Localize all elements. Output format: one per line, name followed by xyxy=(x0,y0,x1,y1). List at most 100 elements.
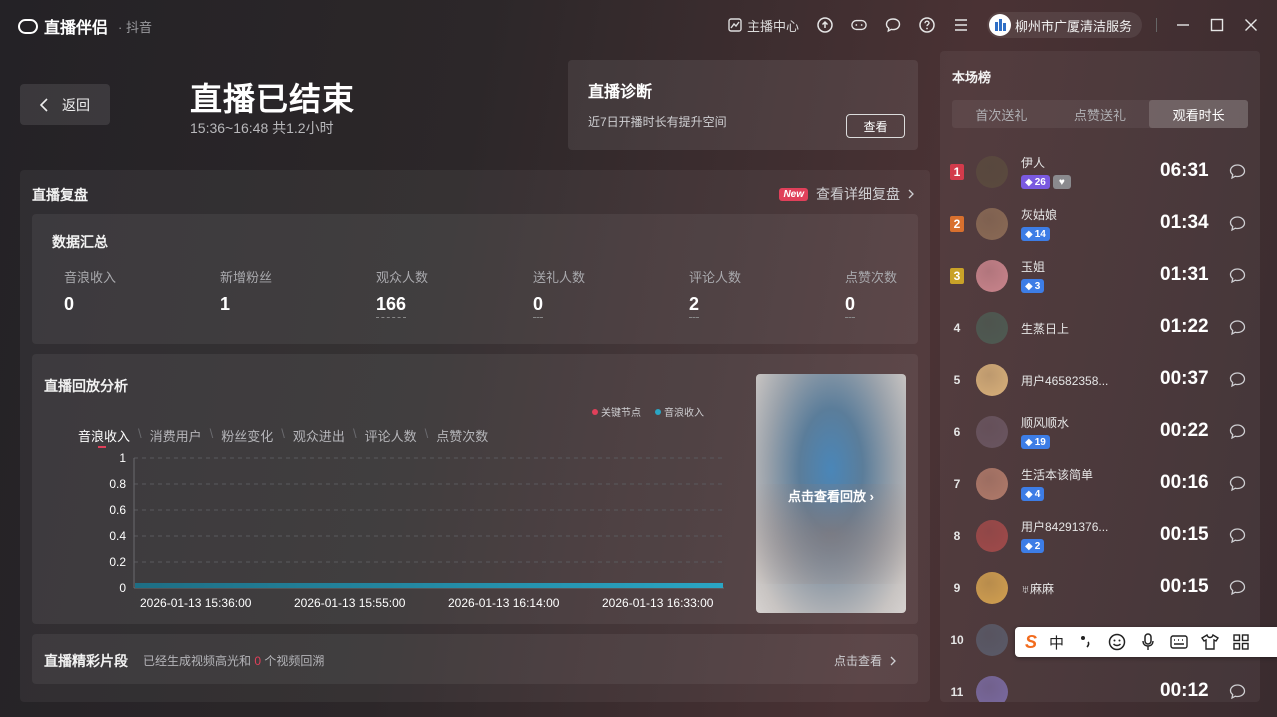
user-avatar[interactable] xyxy=(976,572,1008,604)
watch-time: 00:22 xyxy=(1160,420,1209,441)
user-avatar[interactable] xyxy=(976,364,1008,396)
user-avatar[interactable] xyxy=(976,416,1008,448)
gamepad-icon[interactable] xyxy=(851,17,867,33)
ranking-row[interactable]: 7 生活本该简单 ◆ 4 00:16 xyxy=(940,458,1260,510)
ranking-row[interactable]: 8 用户84291376... ◆ 2 00:15 xyxy=(940,510,1260,562)
tab-commenters[interactable]: 评论人数 xyxy=(365,426,417,445)
chat-bubble-icon[interactable] xyxy=(885,17,901,33)
emoji-icon[interactable] xyxy=(1107,633,1126,652)
tab-likes[interactable]: 点赞次数 xyxy=(436,426,488,445)
user-avatar[interactable] xyxy=(976,624,1008,656)
y-tick-label: 0.2 xyxy=(109,555,126,569)
stat-gifters[interactable]: 送礼人数 0 xyxy=(533,267,585,318)
ranking-row[interactable]: 11 00:12 xyxy=(940,666,1260,702)
replay-thumbnail[interactable]: 点击查看回放 › xyxy=(756,374,906,613)
ranking-row[interactable]: 3 玉姐 ◆ 3 01:31 xyxy=(940,250,1260,302)
message-icon[interactable] xyxy=(1229,528,1246,543)
tab-first-gift[interactable]: 首次送礼 xyxy=(952,100,1051,128)
tab-separator: \ xyxy=(209,426,214,441)
keyboard-icon[interactable] xyxy=(1169,633,1188,652)
stat-label: 观众人数 xyxy=(376,270,429,285)
rank-number: 5 xyxy=(953,373,961,387)
tab-like-gift[interactable]: 点赞送礼 xyxy=(1051,100,1150,128)
app-subtitle: · 抖音 xyxy=(118,19,152,35)
tab-paying-users[interactable]: 消费用户 xyxy=(150,426,202,445)
user-avatar[interactable] xyxy=(976,260,1008,292)
stat-viewers[interactable]: 观众人数 166 xyxy=(376,267,428,318)
tab-viewer-flow[interactable]: 观众进出 xyxy=(293,426,345,445)
maximize-button[interactable] xyxy=(1209,17,1225,33)
heart-badge-icon: ♥ xyxy=(1052,175,1071,189)
diagnosis-desc: 近7日开播时长有提升空间 xyxy=(588,115,727,129)
stat-value: 0 xyxy=(533,294,544,318)
sogou-logo-icon[interactable]: S xyxy=(1025,632,1037,653)
message-icon[interactable] xyxy=(1229,476,1246,491)
tab-watch-time[interactable]: 观看时长 xyxy=(1149,100,1249,128)
user-name: 用户84291376... xyxy=(1021,520,1109,534)
close-button[interactable] xyxy=(1243,17,1259,33)
help-icon[interactable] xyxy=(919,17,935,33)
ime-mode-toggle[interactable]: 中 xyxy=(1049,632,1064,653)
stat-value: 2 xyxy=(689,294,700,318)
ranking-row[interactable]: 1 伊人 ◆ 26 ♥ 06:31 xyxy=(940,146,1260,198)
user-avatar[interactable] xyxy=(976,156,1008,188)
upload-icon[interactable] xyxy=(817,17,833,33)
stat-value: 166 xyxy=(376,294,407,318)
anchor-center-button[interactable]: 主播中心 xyxy=(728,16,799,35)
diagnosis-view-button[interactable]: 查看 xyxy=(846,114,905,138)
user-avatar[interactable] xyxy=(976,676,1008,702)
ranking-row[interactable]: 9 ♅麻麻 00:15 xyxy=(940,562,1260,614)
user-avatar[interactable] xyxy=(976,468,1008,500)
message-icon[interactable] xyxy=(1229,268,1246,283)
ranking-row[interactable]: 6 顺风顺水 ◆ 19 00:22 xyxy=(940,406,1260,458)
watch-time: 00:15 xyxy=(1160,524,1209,545)
stat-label: 送礼人数 xyxy=(533,270,586,285)
stat-new-fans: 新增粉丝 1 xyxy=(220,267,272,315)
user-avatar[interactable] xyxy=(976,520,1008,552)
message-icon[interactable] xyxy=(1229,164,1246,179)
logo-icon xyxy=(18,18,38,34)
user-account-button[interactable]: 柳州市广厦清洁服务 xyxy=(986,12,1142,38)
message-icon[interactable] xyxy=(1229,684,1246,699)
message-icon[interactable] xyxy=(1229,372,1246,387)
message-icon[interactable] xyxy=(1229,580,1246,595)
punctuation-icon[interactable] xyxy=(1076,633,1095,652)
legend-revenue: 音浪收入 xyxy=(655,404,704,419)
ranking-row[interactable]: 2 灰姑娘 ◆ 14 01:34 xyxy=(940,198,1260,250)
detail-review-link[interactable]: New 查看详细复盘 xyxy=(779,184,914,204)
user-avatar[interactable] xyxy=(976,312,1008,344)
replay-analysis-card: 直播回放分析 关键节点 音浪收入 音浪收入 \ 消费用户 \ 粉丝变化 \ 观众… xyxy=(32,354,918,624)
toolbox-grid-icon[interactable] xyxy=(1231,633,1250,652)
y-tick-label: 0.4 xyxy=(109,529,126,543)
user-name: 生活本该简单 xyxy=(1021,468,1094,482)
data-summary-card: 数据汇总 音浪收入 0 新增粉丝 1 观众人数 166 送礼人数 0 评论人数 … xyxy=(32,214,918,344)
chevron-left-icon xyxy=(40,97,48,112)
tab-revenue[interactable]: 音浪收入 xyxy=(78,426,130,448)
microphone-icon[interactable] xyxy=(1138,633,1157,652)
badge-level: 4 xyxy=(1034,488,1041,500)
badge-level: 14 xyxy=(1034,228,1046,240)
close-icon xyxy=(1245,19,1257,31)
ranking-panel: 本场榜 首次送礼 点赞送礼 观看时长 1 伊人 ◆ 26 ♥ 06:31 2 灰姑娘 ◆ 14 01… xyxy=(940,51,1260,702)
ranking-row[interactable]: 5 用户46582358... 00:37 xyxy=(940,354,1260,406)
revenue-chart[interactable]: 1 0.8 0.6 0.4 0.2 0 2026-01-13 15:36:00 2026-01… xyxy=(72,446,732,616)
tab-fan-change[interactable]: 粉丝变化 xyxy=(221,426,273,445)
stat-likes[interactable]: 点赞次数 0 xyxy=(845,267,897,318)
back-button[interactable]: 返回 xyxy=(20,84,110,125)
legend-label: 关键节点 xyxy=(601,408,641,419)
highlight-view-link[interactable]: 点击查看 xyxy=(834,652,896,669)
badge-level: 2 xyxy=(1034,540,1041,552)
message-icon[interactable] xyxy=(1229,320,1246,335)
user-avatar xyxy=(988,14,1011,36)
skin-shirt-icon[interactable] xyxy=(1200,633,1219,652)
ranking-row[interactable]: 4 生蒸日上 01:22 xyxy=(940,302,1260,354)
minimize-button[interactable] xyxy=(1175,17,1191,33)
x-tick-label: 2026-01-13 15:55:00 xyxy=(294,596,406,610)
menu-icon[interactable] xyxy=(953,17,969,33)
user-avatar[interactable] xyxy=(976,208,1008,240)
message-icon[interactable] xyxy=(1229,424,1246,439)
rank-number: 9 xyxy=(953,581,961,595)
stat-commenters[interactable]: 评论人数 2 xyxy=(689,267,741,318)
tab-separator: \ xyxy=(352,426,357,441)
message-icon[interactable] xyxy=(1229,216,1246,231)
